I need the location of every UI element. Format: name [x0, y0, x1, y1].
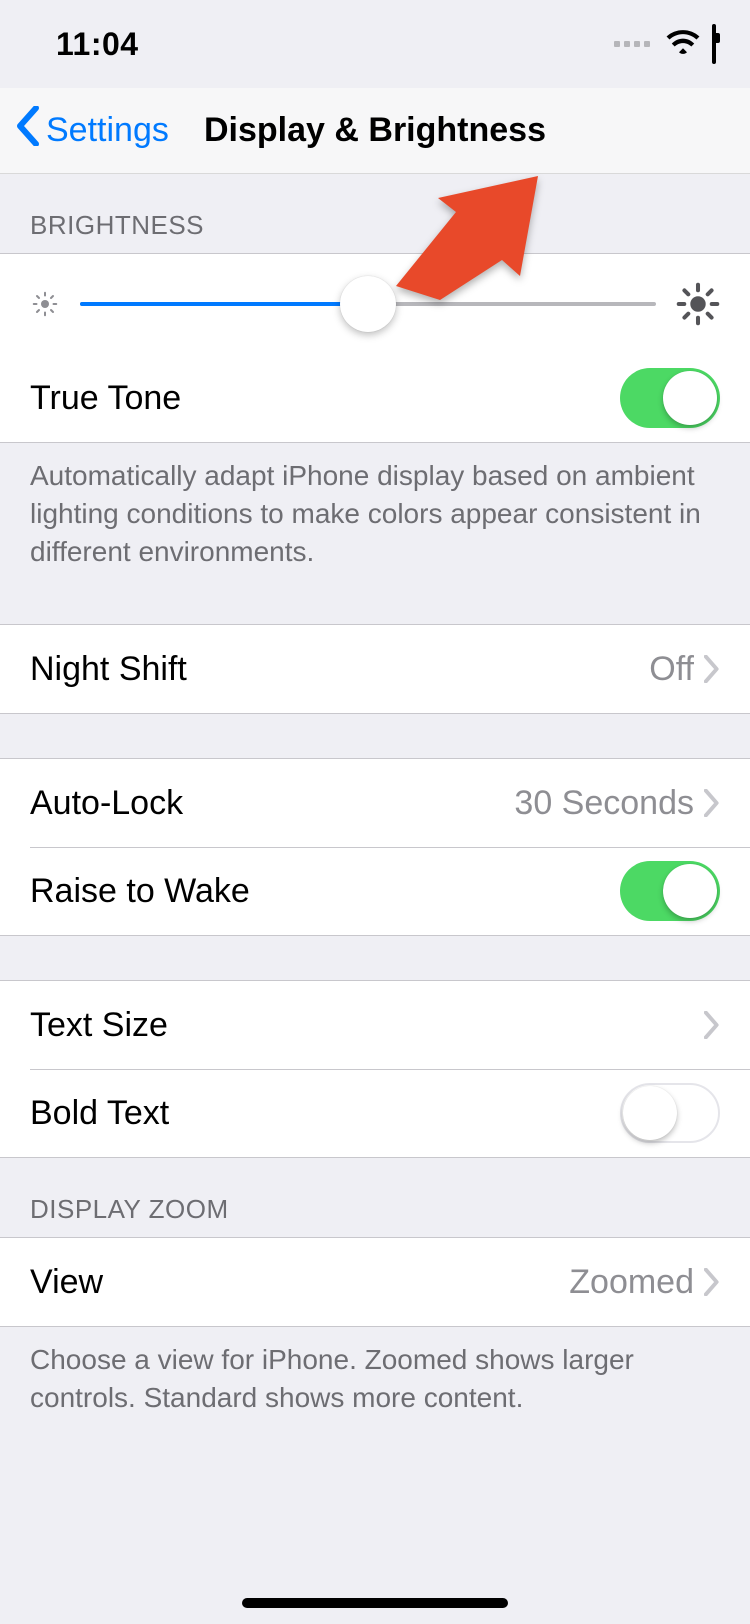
sun-max-icon — [676, 282, 720, 326]
text-group: Text Size Bold Text — [0, 980, 750, 1158]
text-size-cell[interactable]: Text Size — [0, 981, 750, 1069]
sun-min-icon — [30, 289, 60, 319]
wifi-icon — [666, 26, 700, 63]
true-tone-label: True Tone — [30, 379, 181, 418]
brightness-header: Brightness — [0, 174, 750, 253]
true-tone-cell: True Tone — [0, 354, 750, 442]
back-label: Settings — [46, 111, 169, 150]
nav-bar: Settings Display & Brightness — [0, 88, 750, 174]
true-tone-footer: Automatically adapt iPhone display based… — [0, 443, 750, 580]
home-indicator — [242, 1598, 508, 1608]
zoom-footer: Choose a view for iPhone. Zoomed shows l… — [0, 1327, 750, 1427]
view-value: Zoomed — [569, 1263, 694, 1302]
chevron-right-icon — [704, 789, 720, 817]
bold-text-cell: Bold Text — [0, 1069, 750, 1157]
back-button[interactable]: Settings — [0, 106, 169, 155]
night-shift-value: Off — [649, 650, 694, 689]
chevron-right-icon — [704, 1011, 720, 1039]
chevron-right-icon — [704, 655, 720, 683]
lock-group: Auto-Lock 30 Seconds Raise to Wake — [0, 758, 750, 936]
raise-to-wake-label: Raise to Wake — [30, 872, 250, 911]
battery-icon — [712, 26, 716, 63]
status-time: 11:04 — [56, 26, 139, 63]
night-shift-label: Night Shift — [30, 650, 187, 689]
brightness-slider-thumb[interactable] — [340, 276, 396, 332]
view-cell[interactable]: View Zoomed — [0, 1238, 750, 1326]
text-size-label: Text Size — [30, 1006, 168, 1045]
status-bar: 11:04 — [0, 0, 750, 88]
display-zoom-header: Display Zoom — [0, 1158, 750, 1237]
chevron-right-icon — [704, 1268, 720, 1296]
brightness-slider-cell — [0, 254, 750, 354]
chevron-left-icon — [16, 106, 40, 155]
night-shift-cell[interactable]: Night Shift Off — [0, 625, 750, 713]
raise-to-wake-cell: Raise to Wake — [0, 847, 750, 935]
raise-to-wake-switch[interactable] — [620, 861, 720, 921]
true-tone-switch[interactable] — [620, 368, 720, 428]
view-label: View — [30, 1263, 103, 1302]
cellular-dots-icon — [614, 41, 650, 47]
brightness-group: True Tone — [0, 253, 750, 443]
status-indicators — [614, 26, 716, 63]
zoom-group: View Zoomed — [0, 1237, 750, 1327]
auto-lock-value: 30 Seconds — [514, 784, 694, 823]
auto-lock-label: Auto-Lock — [30, 784, 183, 823]
night-shift-group: Night Shift Off — [0, 624, 750, 714]
auto-lock-cell[interactable]: Auto-Lock 30 Seconds — [0, 759, 750, 847]
bold-text-label: Bold Text — [30, 1094, 169, 1133]
brightness-slider[interactable] — [80, 302, 656, 306]
bold-text-switch[interactable] — [620, 1083, 720, 1143]
